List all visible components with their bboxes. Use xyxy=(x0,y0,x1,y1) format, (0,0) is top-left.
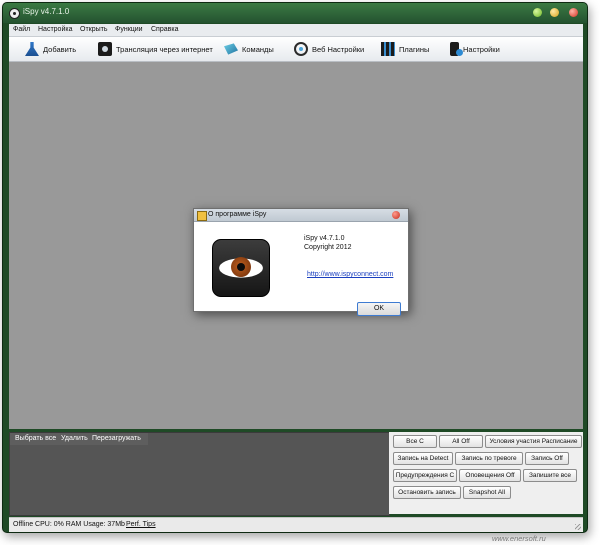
add-flask-icon xyxy=(25,42,39,56)
resize-grip[interactable] xyxy=(575,524,581,530)
add-label: Добавить xyxy=(43,44,77,54)
menu-settings[interactable]: Настройка xyxy=(38,26,72,33)
plugins-button[interactable]: Плагины xyxy=(381,41,429,57)
settings-label: Настройки xyxy=(463,44,500,54)
watermark: www.enersoft.ru xyxy=(492,534,546,543)
toolbar: Добавить Трансляция через интернет Коман… xyxy=(9,37,583,62)
web-settings-button[interactable]: Веб Настройки xyxy=(294,41,364,57)
website-link[interactable]: http://www.ispyconnect.com xyxy=(307,271,393,278)
commands-button[interactable]: Команды xyxy=(224,41,274,57)
status-text: Offline CPU: 0% RAM Usage: 37Mb xyxy=(13,521,125,528)
plugins-label: Плагины xyxy=(399,44,430,54)
object-list-panel[interactable]: Выбрать все Удалить Перезагружать xyxy=(9,432,390,516)
perf-tips-link[interactable]: Perf. Tips xyxy=(126,521,156,528)
menu-bar: Файл Настройка Открыть Функции Справка xyxy=(9,24,583,37)
delete-tab[interactable]: Удалить xyxy=(61,435,88,442)
select-all-tab[interactable]: Выбрать все xyxy=(15,435,56,442)
ispy-eye-icon xyxy=(9,8,20,19)
actions-panel: Все С All Off Условия участия Расписание… xyxy=(389,432,583,514)
record-on-alert-button[interactable]: Запись по тревоге xyxy=(455,452,523,465)
settings-button[interactable]: Настройки xyxy=(450,41,500,57)
about-dialog: О программе iSpy iSpy v4.7.1.0 Copyright… xyxy=(193,208,409,316)
minimize-button[interactable] xyxy=(533,8,542,17)
stream-label: Трансляция через интернет xyxy=(116,44,213,54)
maximize-button[interactable] xyxy=(550,8,559,17)
stream-button[interactable]: Трансляция через интернет xyxy=(98,41,213,57)
menu-help[interactable]: Справка xyxy=(151,26,178,33)
snapshot-all-button[interactable]: Snapshot All xyxy=(463,486,511,499)
dialog-app-icon xyxy=(197,211,207,221)
menu-functions[interactable]: Функции xyxy=(115,26,143,33)
reload-tab[interactable]: Перезагружать xyxy=(92,435,141,442)
copyright-text: Copyright 2012 xyxy=(304,244,352,251)
alerts-off-button[interactable]: Оповещения Off xyxy=(459,469,521,482)
window-title: iSpy v4.7.1.0 xyxy=(23,7,70,16)
menu-open[interactable]: Открыть xyxy=(80,26,108,33)
stop-recording-button[interactable]: Остановить запись xyxy=(393,486,461,499)
version-text: iSpy v4.7.1.0 xyxy=(304,235,345,242)
ok-button[interactable]: OK xyxy=(357,302,401,316)
schedule-button[interactable]: Условия участия Расписание xyxy=(485,435,582,448)
dialog-title: О программе iSpy xyxy=(208,211,267,218)
dialog-close-button[interactable] xyxy=(392,211,400,219)
dialog-title-bar[interactable]: О программе iSpy xyxy=(194,209,408,222)
web-settings-label: Веб Настройки xyxy=(312,44,365,54)
close-button[interactable] xyxy=(569,8,578,17)
all-off-button[interactable]: All Off xyxy=(439,435,483,448)
settings-icon xyxy=(450,42,463,56)
add-button[interactable]: Добавить xyxy=(25,41,76,57)
menu-file[interactable]: Файл xyxy=(13,26,30,33)
record-on-detect-button[interactable]: Запись на Detect xyxy=(393,452,453,465)
web-settings-icon xyxy=(294,42,308,56)
commands-icon xyxy=(224,43,238,55)
record-off-button[interactable]: Запись Off xyxy=(525,452,569,465)
title-bar[interactable]: iSpy v4.7.1.0 xyxy=(3,3,587,23)
plugins-icon xyxy=(381,42,395,56)
eye-pupil xyxy=(237,263,245,271)
commands-label: Команды xyxy=(242,44,274,54)
status-bar: Offline CPU: 0% RAM Usage: 37Mb Perf. Ti… xyxy=(9,517,583,532)
ispy-logo xyxy=(212,239,270,297)
dialog-body: iSpy v4.7.1.0 Copyright 2012 http://www.… xyxy=(194,222,408,316)
record-all-button[interactable]: Запишите все xyxy=(523,469,577,482)
alerts-on-button[interactable]: Предупреждения С xyxy=(393,469,457,482)
all-on-button[interactable]: Все С xyxy=(393,435,437,448)
stream-icon xyxy=(98,42,112,56)
